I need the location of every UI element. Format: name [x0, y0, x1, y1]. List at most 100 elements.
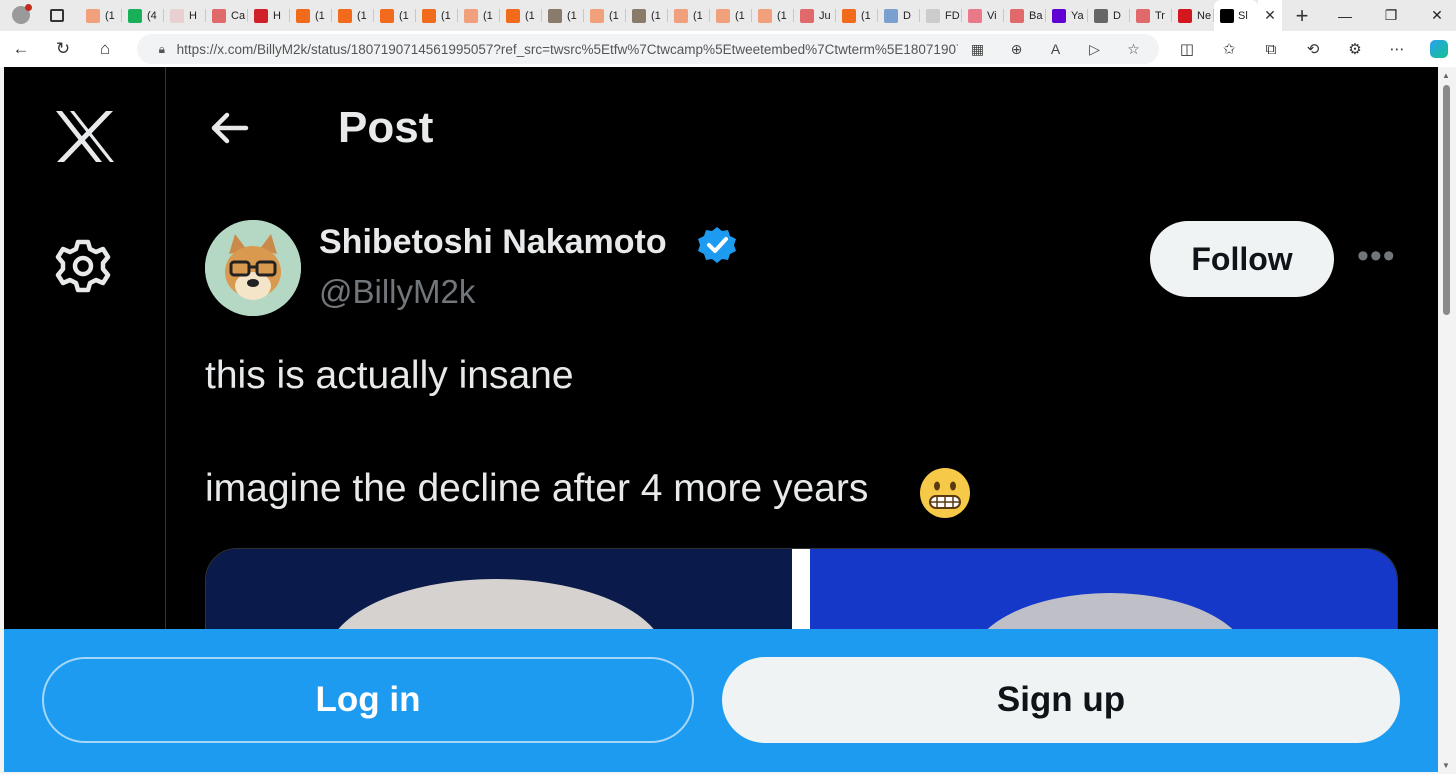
author-name[interactable]: Shibetoshi Nakamoto [319, 223, 667, 262]
video-icon[interactable]: ▷ [1075, 41, 1114, 58]
favorite-star-icon[interactable]: ☆ [1114, 41, 1153, 58]
url-text[interactable]: https://x.com/BillyM2k/status/1807190714… [177, 42, 958, 57]
browser-tab[interactable]: Ca [206, 0, 248, 31]
app-available-icon[interactable]: ▦ [958, 41, 997, 58]
browser-tab[interactable]: (1 [584, 0, 626, 31]
tab-label: (1 [693, 9, 703, 22]
more-options-icon[interactable]: ••• [1357, 237, 1396, 276]
tab-favicon-icon [548, 8, 562, 23]
window-controls: — ❐ ✕ [1322, 0, 1456, 31]
copilot-icon[interactable] [1418, 31, 1456, 67]
page-scrollbar[interactable]: ▲ ▼ [1438, 67, 1456, 774]
tab-favicon-icon [842, 8, 856, 23]
tab-list: (1 (4 H Ca H (1 (1 (1 (1 (1 (1 (1 (1 (1 (1 (1 (1 Ju (1 D FD V… [80, 0, 1214, 31]
doge-avatar-icon [205, 220, 301, 316]
tab-label: H [273, 9, 281, 22]
signup-button[interactable]: Sign up [722, 657, 1400, 743]
zoom-icon[interactable]: ⊕ [997, 41, 1036, 58]
browser-tab[interactable]: (1 [332, 0, 374, 31]
tab-favicon-icon [296, 8, 310, 23]
favorites-icon[interactable]: ✩ [1208, 31, 1250, 67]
tab-label: Ba [1029, 9, 1043, 22]
close-tab-icon[interactable]: ✕ [1258, 0, 1282, 31]
author-handle[interactable]: @BillyM2k [319, 273, 475, 311]
browser-tab[interactable]: Ya [1046, 0, 1088, 31]
browser-tab[interactable]: (1 [290, 0, 332, 31]
x-logo-icon[interactable] [54, 109, 116, 164]
address-bar[interactable]: 🔒︎ https://x.com/BillyM2k/status/1807190… [137, 34, 1159, 64]
tab-favicon-icon [632, 8, 646, 23]
close-window-icon[interactable]: ✕ [1414, 0, 1456, 31]
browser-tab[interactable]: (1 [752, 0, 794, 31]
restore-icon[interactable]: ❐ [1368, 0, 1414, 31]
tab-label: (1 [567, 9, 577, 22]
browser-tab[interactable]: (1 [668, 0, 710, 31]
browser-tab[interactable]: FD [920, 0, 962, 31]
tab-favicon-icon [254, 8, 268, 23]
scroll-thumb[interactable] [1443, 85, 1450, 315]
browser-tab[interactable]: D [878, 0, 920, 31]
avatar[interactable] [205, 220, 301, 316]
tab-label: Ne [1197, 9, 1212, 22]
verified-badge-icon[interactable] [697, 225, 737, 265]
scroll-down-icon[interactable]: ▼ [1442, 761, 1450, 770]
browser-tab[interactable]: (1 [500, 0, 542, 31]
read-aloud-icon[interactable]: A [1036, 41, 1075, 58]
active-tab[interactable]: Sl [1214, 0, 1258, 31]
browser-tab[interactable]: D [1088, 0, 1130, 31]
tab-favicon-icon [716, 8, 730, 23]
split-screen-icon[interactable]: ◫ [1166, 31, 1208, 67]
tab-label: Vi [987, 9, 997, 22]
settings-gear-icon[interactable] [54, 237, 112, 295]
tab-favicon-icon [884, 8, 898, 23]
browser-tab[interactable]: (1 [836, 0, 878, 31]
browser-tab[interactable]: Ju [794, 0, 836, 31]
lock-icon[interactable]: 🔒︎ [147, 42, 177, 57]
tab-favicon-icon [1052, 8, 1066, 23]
tab-label: (1 [105, 9, 115, 22]
browser-tab[interactable]: (1 [458, 0, 500, 31]
browser-tab[interactable]: H [164, 0, 206, 31]
scroll-up-icon[interactable]: ▲ [1442, 71, 1450, 80]
back-arrow-icon[interactable] [209, 111, 249, 145]
browser-tab[interactable]: (1 [416, 0, 458, 31]
browser-tab[interactable]: (1 [626, 0, 668, 31]
new-tab-button[interactable]: + [1282, 3, 1322, 29]
browser-tab[interactable]: (1 [374, 0, 416, 31]
tab-label: (1 [399, 9, 409, 22]
collections-icon[interactable]: ⧉ [1250, 31, 1292, 67]
tab-favicon-icon [674, 8, 688, 23]
login-button[interactable]: Log in [42, 657, 694, 743]
minimize-icon[interactable]: — [1322, 0, 1368, 31]
browser-tab[interactable]: (1 [710, 0, 752, 31]
tab-label: (1 [861, 9, 871, 22]
refresh-icon[interactable]: ↻ [42, 31, 84, 67]
browser-tab[interactable]: Ne [1172, 0, 1214, 31]
follow-button[interactable]: Follow [1150, 221, 1334, 297]
back-icon[interactable]: ← [0, 31, 42, 67]
browser-tab[interactable]: H [248, 0, 290, 31]
profile-icon[interactable] [12, 4, 32, 24]
browser-tab[interactable]: (1 [80, 0, 122, 31]
tab-label: (1 [735, 9, 745, 22]
history-icon[interactable]: ⟲ [1292, 31, 1334, 67]
tab-label: Ca [231, 9, 246, 22]
tab-favicon-icon [212, 8, 226, 23]
auth-bottom-bar: Log in Sign up [4, 629, 1438, 772]
more-menu-icon[interactable]: ⋯ [1376, 31, 1418, 67]
tab-label: (1 [315, 9, 325, 22]
post-text-line: imagine the decline after 4 more years [205, 467, 869, 510]
browser-tab[interactable]: Vi [962, 0, 1004, 31]
browser-tab[interactable]: (1 [542, 0, 584, 31]
tab-actions-icon[interactable] [50, 9, 64, 22]
tab-favicon-icon [422, 8, 436, 23]
browser-tab[interactable]: (4 [122, 0, 164, 31]
browser-tab[interactable]: Tr [1130, 0, 1172, 31]
home-icon[interactable]: ⌂ [84, 31, 126, 67]
browser-right-tools: ◫ ✩ ⧉ ⟲ ⚙ ⋯ [1166, 31, 1456, 67]
browser-tab[interactable]: Ba [1004, 0, 1046, 31]
grimacing-face-emoji-icon [920, 468, 970, 518]
tab-favicon-icon [800, 8, 814, 23]
tracking-icon[interactable]: ⚙ [1334, 31, 1376, 67]
browser-toolbar: ← ↻ ⌂ 🔒︎ https://x.com/BillyM2k/status/1… [0, 31, 1456, 67]
